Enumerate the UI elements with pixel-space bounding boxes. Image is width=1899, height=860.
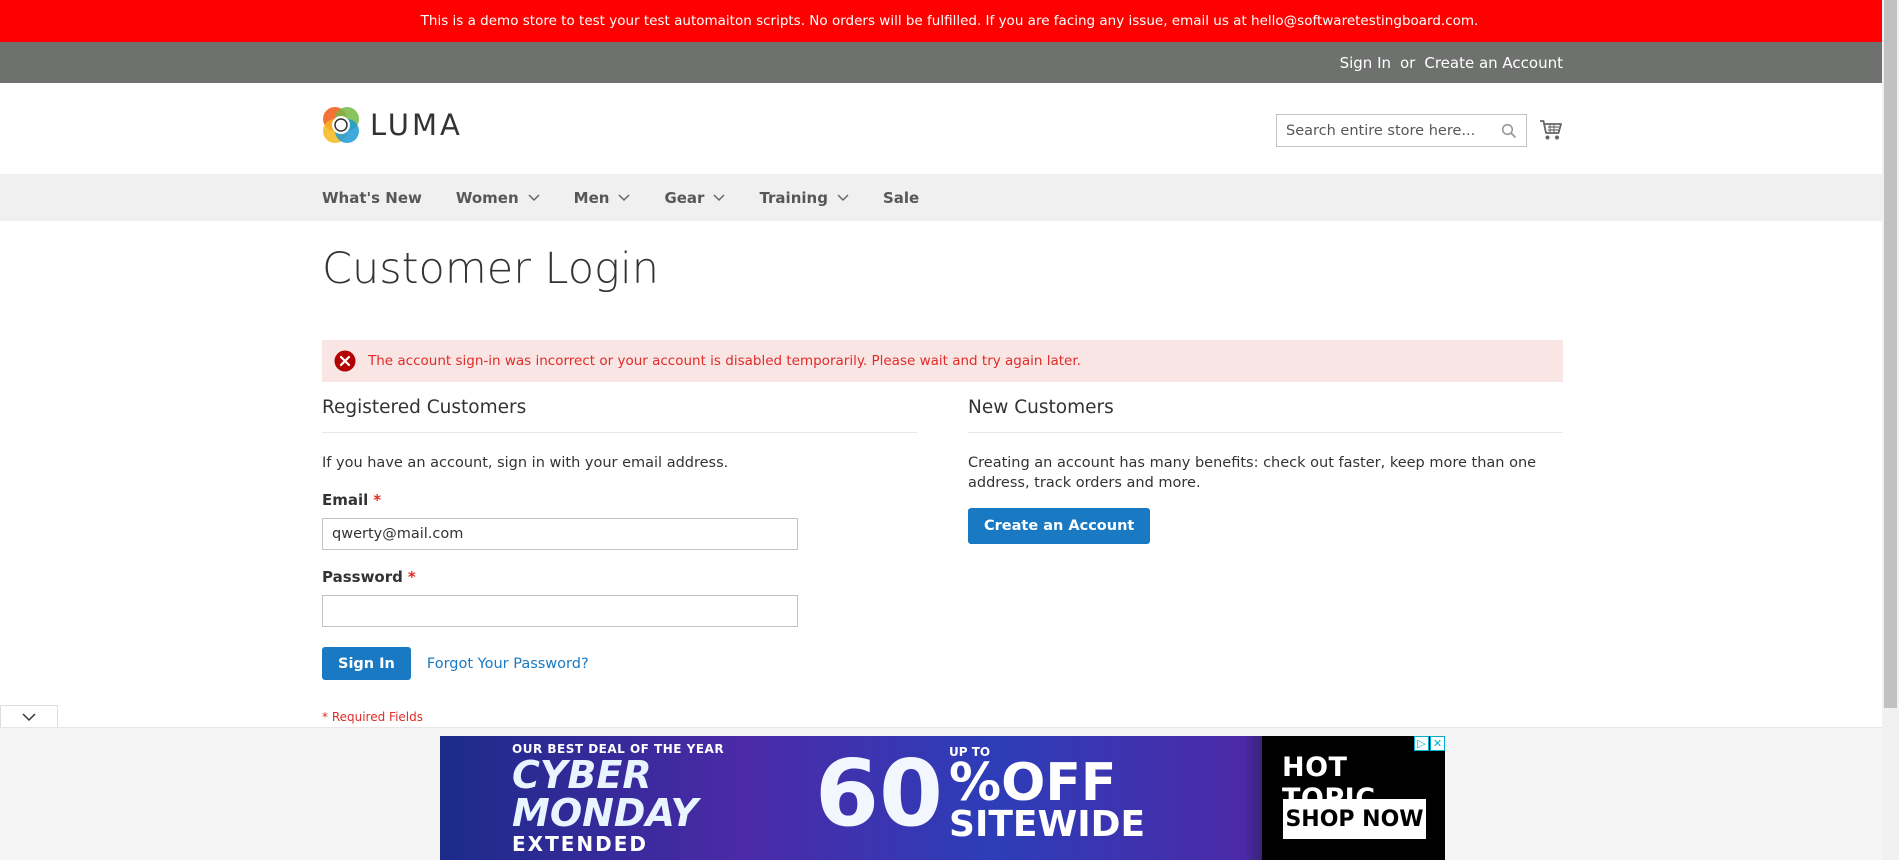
chevron-down-icon (22, 713, 36, 722)
search-box (1276, 114, 1527, 147)
email-label-text: Email (322, 491, 369, 509)
logo-text: LUMA (370, 108, 463, 142)
registered-customers-block: Registered Customers If you have an acco… (322, 397, 917, 724)
ad-off-text: %OFF (949, 753, 1117, 813)
nav-item-label: Gear (664, 188, 705, 207)
header-sign-in-link[interactable]: Sign In (1340, 54, 1391, 72)
registered-customers-title: Registered Customers (322, 397, 917, 433)
page-scrollbar[interactable] (1882, 0, 1899, 860)
header-create-account-link[interactable]: Create an Account (1424, 54, 1563, 72)
ad-collapse-toggle[interactable] (0, 705, 58, 729)
close-icon[interactable]: ✕ (1430, 736, 1445, 751)
ad-controls: ▷ ✕ (1414, 736, 1445, 751)
page-title: Customer Login (322, 244, 660, 294)
chevron-down-icon (528, 193, 540, 201)
password-field[interactable] (322, 595, 798, 627)
ad-shop-now-button[interactable]: SHOP NOW (1283, 799, 1426, 839)
required-asterisk: * (373, 491, 382, 509)
nav-item-label: What's New (322, 188, 422, 207)
nav-item-label: Women (455, 188, 519, 207)
cart-link[interactable] (1539, 119, 1563, 145)
password-label-text: Password (322, 568, 403, 586)
ad-cyber-text: CYBER (512, 753, 652, 797)
ad-choices-icon[interactable]: ▷ (1414, 736, 1429, 751)
error-icon (334, 350, 356, 372)
sign-in-button[interactable]: Sign In (322, 647, 411, 680)
advertisement-banner[interactable]: OUR BEST DEAL OF THE YEAR CYBER MONDAY E… (440, 736, 1445, 860)
nav-item-whats-new[interactable]: What's New (322, 189, 422, 207)
luma-logo-icon (323, 107, 359, 143)
header-or-text: or (1400, 53, 1416, 72)
ad-extended-text: EXTENDED (512, 832, 648, 856)
ad-left-copy: OUR BEST DEAL OF THE YEAR CYBER MONDAY E… (512, 742, 724, 856)
required-fields-note: * Required Fields (322, 710, 423, 724)
chevron-down-icon (713, 193, 725, 201)
nav-item-men[interactable]: Men (574, 189, 631, 207)
search-input[interactable] (1286, 122, 1501, 139)
ad-percent-text: 60 (815, 740, 944, 847)
main-content: Customer Login The account sign-in was i… (322, 243, 1563, 724)
nav-item-label: Training (759, 188, 828, 207)
email-label: Email * (322, 491, 917, 509)
registered-intro-text: If you have an account, sign in with you… (322, 455, 729, 471)
ad-monday-text: MONDAY (512, 791, 699, 835)
logo[interactable]: LUMA (322, 106, 463, 144)
required-asterisk: * (407, 568, 416, 586)
ad-brand-panel: HOT TOPIC SHOP NOW (1262, 736, 1445, 860)
new-customers-intro-text: Creating an account has many benefits: c… (968, 455, 1537, 491)
nav-item-women[interactable]: Women (456, 189, 540, 207)
error-message: The account sign-in was incorrect or you… (322, 340, 1563, 382)
error-message-text: The account sign-in was incorrect or you… (368, 353, 1081, 369)
password-label: Password * (322, 568, 917, 586)
create-account-button[interactable]: Create an Account (968, 508, 1151, 544)
main-navigation: What's New Women Men Gear Training Sale (0, 174, 1899, 221)
demo-notice-text: This is a demo store to test your test a… (420, 13, 1479, 29)
nav-item-label: Sale (882, 188, 920, 207)
ad-discount: 60 UP TO %OFF SITEWIDE (815, 744, 1145, 844)
nav-item-gear[interactable]: Gear (664, 189, 725, 207)
new-customers-title: New Customers (968, 397, 1563, 433)
scrollbar-thumb[interactable] (1884, 0, 1897, 708)
cart-icon (1540, 120, 1562, 140)
panel-header: Sign In or Create an Account (0, 42, 1899, 83)
nav-item-training[interactable]: Training (759, 188, 849, 207)
search-icon[interactable] (1501, 123, 1517, 139)
demo-notice-bar: This is a demo store to test your test a… (0, 0, 1899, 42)
chevron-down-icon (837, 193, 849, 201)
new-customers-block: New Customers Creating an account has ma… (968, 397, 1563, 724)
nav-item-label: Men (573, 188, 610, 207)
email-field[interactable] (322, 518, 798, 550)
chevron-down-icon (618, 193, 630, 201)
forgot-password-link[interactable]: Forgot Your Password? (427, 656, 589, 672)
site-header: LUMA (0, 83, 1899, 174)
nav-item-sale[interactable]: Sale (883, 189, 919, 207)
ad-sitewide-text: SITEWIDE (949, 804, 1146, 845)
